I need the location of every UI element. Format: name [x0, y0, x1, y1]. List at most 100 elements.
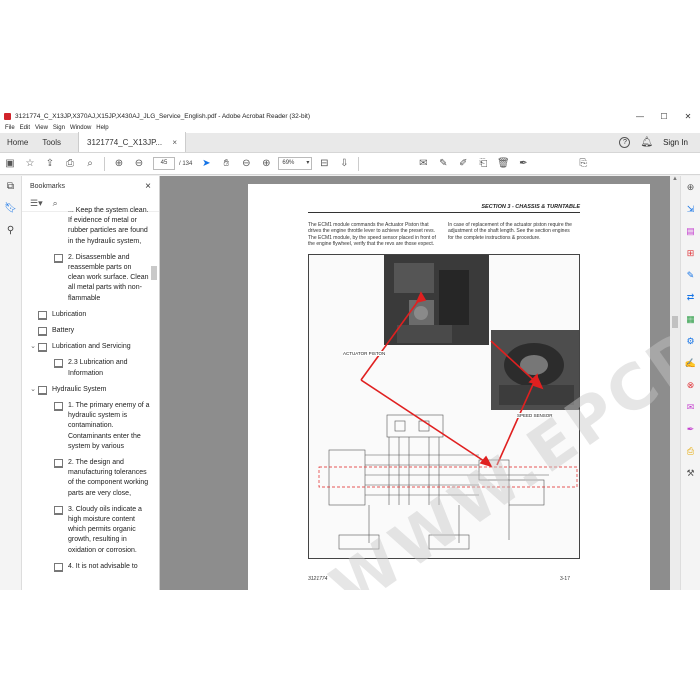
bookmark-icon	[54, 402, 63, 412]
bookmark-item[interactable]: 2.3 Lubrication and Information	[22, 358, 150, 378]
draw-icon[interactable]: ✐	[453, 158, 473, 169]
bookmark-label: 3. Cloudy oils indicate a high moisture …	[68, 505, 142, 554]
bell-icon[interactable]: 🔔︎	[640, 137, 653, 148]
bookmark-star-icon[interactable]: ☆	[20, 158, 40, 169]
main-toolbar: ▣ ☆ ⇪ ⎙ ⌕ ⊕ ⊖ 45 / 134 ➤ ✋︎ ⊖ ⊕ 69% ⊟ ⇩ …	[0, 153, 700, 175]
tabs-bar: Home Tools 3121774_C_X13JP... × ? 🔔︎ Sig…	[0, 132, 700, 153]
page-number-input[interactable]: 45	[153, 157, 175, 170]
prev-page-icon[interactable]: ⊕	[109, 158, 129, 169]
combine-files-icon[interactable]: ⊞	[681, 242, 700, 264]
comment-icon[interactable]: ✉	[413, 158, 433, 169]
save-icon[interactable]: ▣	[0, 158, 20, 169]
upload-icon[interactable]: ⇪	[40, 158, 60, 169]
attachments-icon[interactable]: ⚲	[0, 220, 21, 242]
bookmarks-scrollbar[interactable]	[151, 216, 157, 586]
bookmark-item[interactable]: 3. Cloudy oils indicate a high moisture …	[22, 505, 150, 556]
bookmark-label: 2. Disassemble and reassemble parts on c…	[68, 253, 149, 302]
bookmark-item[interactable]: 4. It is not advisable to	[22, 562, 150, 572]
tab-home[interactable]: Home	[0, 132, 35, 152]
tab-tools[interactable]: Tools	[35, 132, 68, 152]
maximize-button[interactable]: ☐	[652, 112, 676, 121]
menu-sign[interactable]: Sign	[53, 125, 65, 131]
help-icon[interactable]: ?	[619, 136, 631, 148]
page-footer-left: 3121774	[308, 576, 328, 582]
bookmark-item[interactable]: Lubrication	[22, 310, 150, 320]
edit-pdf-icon[interactable]: ✎	[681, 264, 700, 286]
left-nav-bar: ⧉ 🔖︎ ⚲	[0, 176, 22, 590]
bookmark-label: 1. The primary enemy of a hydraulic syst…	[68, 402, 150, 450]
protect-icon[interactable]: ⊗	[681, 374, 700, 396]
request-signature-icon[interactable]: ✒	[681, 418, 700, 440]
zoom-out-icon[interactable]: ⊖	[236, 158, 256, 169]
bookmark-label: Lubrication and Servicing	[52, 343, 131, 351]
next-page-icon[interactable]: ⊖	[129, 158, 149, 169]
more-tools-icon[interactable]: ⚒	[681, 462, 700, 484]
enhance-scans-icon[interactable]: ⚙	[681, 330, 700, 352]
bookmark-icon	[38, 310, 47, 320]
tab-document-label: 3121774_C_X13JP...	[87, 137, 163, 147]
tab-close-icon[interactable]: ×	[172, 138, 177, 147]
menu-help[interactable]: Help	[96, 125, 108, 131]
fill-sign-tool-icon[interactable]: ✍	[681, 352, 700, 374]
send-for-review-icon[interactable]: ⎙	[681, 440, 700, 462]
bookmark-item[interactable]: ⌄ Hydraulic System	[22, 385, 150, 395]
zoom-select[interactable]: 69%	[278, 157, 313, 170]
bookmark-icon	[54, 359, 63, 369]
bookmark-item[interactable]: 1. The primary enemy of a hydraulic syst…	[22, 401, 150, 452]
bookmark-label: Lubrication	[52, 310, 87, 318]
bookmark-item[interactable]: 2. The design and manufacturing toleranc…	[22, 458, 150, 499]
close-panel-icon[interactable]: ×	[145, 181, 151, 192]
bookmark-icon	[54, 253, 63, 263]
scroll-mode-icon[interactable]: ⇩	[334, 158, 354, 169]
menu-file[interactable]: File	[5, 125, 15, 131]
bookmark-item[interactable]: ... Keep the system clean. If evidence o…	[22, 206, 150, 247]
document-viewport[interactable]: SECTION 3 - CHASSIS & TURNTABLE The ECM1…	[160, 176, 680, 590]
fill-sign-icon[interactable]: ✒	[513, 158, 533, 169]
window-title: 3121774_C_X13JP,X370AJ,X15JP,X430AJ_JLG_…	[15, 112, 310, 120]
zoom-tool-icon[interactable]: ⊕	[681, 176, 700, 198]
page-count: / 134	[179, 160, 193, 167]
pdf-page: SECTION 3 - CHASSIS & TURNTABLE The ECM1…	[248, 176, 680, 590]
menu-window[interactable]: Window	[70, 125, 91, 131]
create-pdf-icon[interactable]: ▤	[681, 220, 700, 242]
bookmark-label: Hydraulic System	[52, 385, 107, 393]
minimize-button[interactable]: —	[628, 112, 652, 121]
search-icon[interactable]: ⌕	[80, 158, 100, 169]
page-thumbnails-icon[interactable]: ⧉	[0, 176, 21, 198]
menu-edit[interactable]: Edit	[20, 125, 30, 131]
sign-in-button[interactable]: Sign In	[663, 138, 688, 147]
share-icon[interactable]: ⎘	[573, 158, 593, 169]
bookmark-item[interactable]: 2. Disassemble and reassemble parts on c…	[22, 253, 150, 304]
scroll-up-icon[interactable]: ▲	[670, 176, 680, 182]
print-icon[interactable]: ⎙	[60, 158, 80, 169]
document-scrollbar[interactable]: ▲	[670, 176, 680, 590]
highlight-pen-icon[interactable]: ✎	[433, 158, 453, 169]
comment-tool-icon[interactable]: ✉	[681, 396, 700, 418]
bookmark-label: ... Keep the system clean. If evidence o…	[68, 207, 149, 245]
paragraph-right: In case of replacement of the actuator p…	[448, 222, 572, 241]
stamp-icon[interactable]: ⎗	[473, 158, 493, 169]
close-window-button[interactable]: ✕	[676, 112, 700, 121]
bookmark-item[interactable]: Battery	[22, 326, 150, 337]
bookmarks-icon[interactable]: 🔖︎	[0, 198, 21, 220]
menu-view[interactable]: View	[35, 125, 48, 131]
delete-icon[interactable]: 🗑︎	[493, 158, 513, 169]
tab-document[interactable]: 3121774_C_X13JP... ×	[78, 132, 187, 152]
zoom-in-icon[interactable]: ⊕	[256, 158, 276, 169]
paragraph-left: The ECM1 module commands the Actuator Pi…	[308, 222, 436, 247]
bookmark-item[interactable]: ⌄ Lubrication and Servicing	[22, 342, 150, 353]
chevron-down-icon[interactable]: ⌄	[28, 385, 38, 395]
fit-page-icon[interactable]: ⊟	[314, 158, 334, 169]
hand-tool-icon[interactable]: ✋︎	[216, 158, 236, 169]
chevron-down-icon[interactable]: ⌄	[28, 342, 38, 352]
bookmark-label: 2. The design and manufacturing toleranc…	[68, 459, 149, 497]
scan-icon[interactable]: ▦	[681, 308, 700, 330]
organize-pages-icon[interactable]: ⇄	[681, 286, 700, 308]
select-cursor-icon[interactable]: ➤	[196, 158, 216, 169]
export-pdf-icon[interactable]: ⇲	[681, 198, 700, 220]
